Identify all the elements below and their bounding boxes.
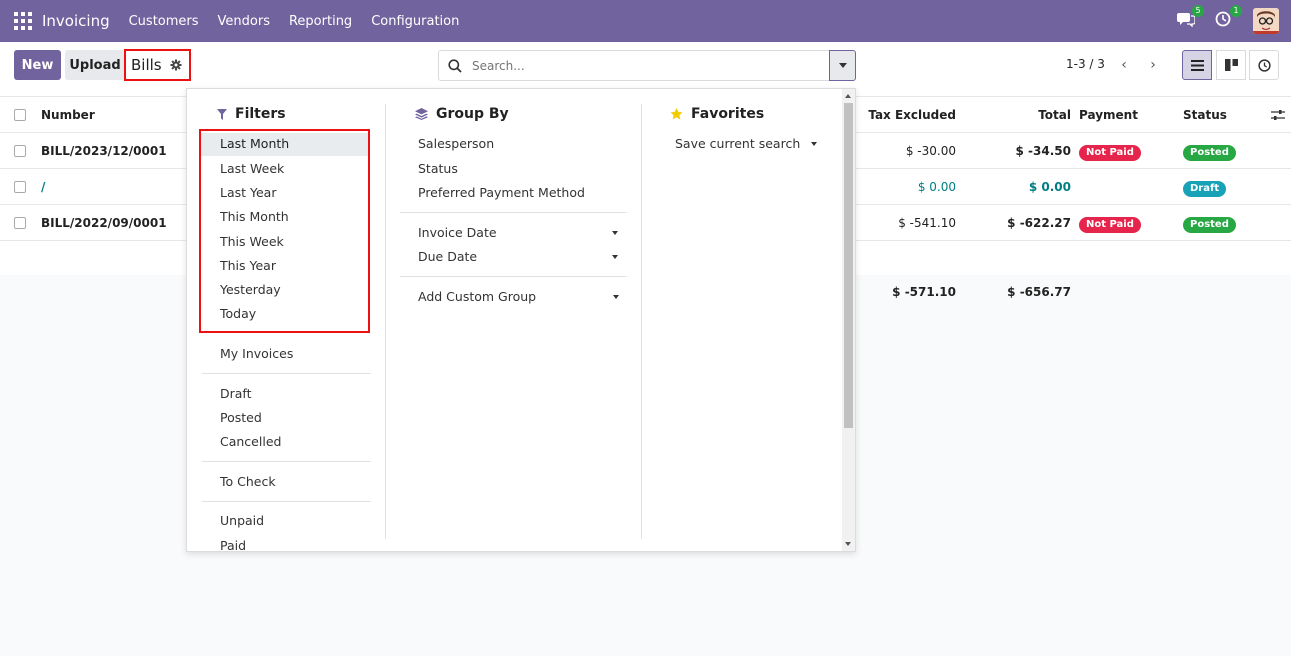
menu-reporting[interactable]: Reporting <box>289 14 352 29</box>
filters-title: Filters <box>217 106 286 122</box>
filter-draft[interactable]: Draft <box>220 386 252 401</box>
activities-badge: 1 <box>1230 5 1242 17</box>
header-payment[interactable]: Payment <box>1079 97 1138 133</box>
divider <box>202 373 371 374</box>
bill-number: / <box>41 180 46 194</box>
groupby-status[interactable]: Status <box>418 161 458 176</box>
top-navbar: Invoicing Customers Vendors Reporting Co… <box>0 0 1291 42</box>
payment-cell: Not Paid <box>1079 133 1141 169</box>
select-all-checkbox[interactable] <box>14 109 26 121</box>
header-status[interactable]: Status <box>1183 97 1227 133</box>
kanban-icon <box>1224 59 1238 71</box>
status-badge: Posted <box>1183 145 1236 161</box>
scrollbar-thumb[interactable] <box>844 103 853 428</box>
filter-my-invoices[interactable]: My Invoices <box>220 346 293 361</box>
header-tax-excluded[interactable]: Tax Excluded <box>868 97 956 133</box>
bill-number: BILL/2022/09/0001 <box>41 216 167 230</box>
status-cell: Posted <box>1183 205 1236 241</box>
new-button[interactable]: New <box>14 50 61 80</box>
total-value: $ -622.27 <box>1007 216 1071 230</box>
pager-value[interactable]: 1-3 / 3 <box>1066 57 1105 71</box>
caret-down-icon[interactable] <box>612 255 618 259</box>
menu-customers[interactable]: Customers <box>129 14 199 29</box>
header-total[interactable]: Total <box>1038 97 1071 133</box>
divider <box>400 212 627 213</box>
pager-next-icon[interactable]: › <box>1140 52 1166 78</box>
kanban-view-button[interactable] <box>1216 50 1246 80</box>
payment-badge: Not Paid <box>1079 217 1141 233</box>
pager-previous-icon[interactable]: ‹ <box>1111 52 1137 78</box>
divider <box>400 276 627 277</box>
activities-icon[interactable]: 1 <box>1215 5 1242 31</box>
filter-to-check[interactable]: To Check <box>220 474 276 489</box>
payment-badge: Not Paid <box>1079 145 1141 161</box>
filter-unpaid[interactable]: Unpaid <box>220 513 264 528</box>
groupby-due-date[interactable]: Due Date <box>418 249 477 264</box>
breadcrumb: Bills <box>124 49 191 81</box>
tax-excluded-value: $ -541.10 <box>898 216 956 230</box>
apps-menu-icon[interactable] <box>14 12 32 30</box>
list-view-button[interactable] <box>1182 50 1212 80</box>
divider <box>202 501 371 502</box>
search-box <box>438 50 830 81</box>
filter-cancelled[interactable]: Cancelled <box>220 434 281 449</box>
save-current-search[interactable]: Save current search <box>675 136 800 151</box>
messages-icon[interactable]: 5 <box>1177 5 1204 31</box>
search-options-dropdown: Filters Last Month Last Week Last Year T… <box>186 88 856 552</box>
total-value: $ -34.50 <box>1015 144 1071 158</box>
scroll-down-icon[interactable] <box>845 542 851 546</box>
caret-down-icon[interactable] <box>613 295 619 299</box>
filter-posted[interactable]: Posted <box>220 410 262 425</box>
divider <box>202 461 371 462</box>
add-custom-group[interactable]: Add Custom Group <box>418 289 536 304</box>
messages-badge: 5 <box>1192 5 1204 17</box>
list-icon <box>1190 59 1204 71</box>
row-checkbox[interactable] <box>14 181 26 193</box>
groupby-salesperson[interactable]: Salesperson <box>418 136 494 151</box>
groupby-payment-method[interactable]: Preferred Payment Method <box>418 185 585 200</box>
filter-paid[interactable]: Paid <box>220 538 246 551</box>
highlight-box <box>199 129 370 333</box>
search-options-toggle[interactable] <box>829 50 856 81</box>
caret-down-icon[interactable] <box>612 231 618 235</box>
groupby-invoice-date[interactable]: Invoice Date <box>418 225 497 240</box>
search-input[interactable] <box>472 58 802 73</box>
column-divider <box>641 104 642 539</box>
user-avatar[interactable] <box>1253 8 1279 34</box>
total-tax-excluded: $ -571.10 <box>892 285 956 299</box>
filter-icon <box>217 108 227 120</box>
clock-icon <box>1257 58 1271 72</box>
payment-cell: Not Paid <box>1079 205 1141 241</box>
total-value: $ 0.00 <box>1028 180 1071 194</box>
bill-number: BILL/2023/12/0001 <box>41 144 167 158</box>
layers-icon <box>415 108 428 120</box>
caret-down-icon[interactable] <box>811 142 817 146</box>
scroll-up-icon[interactable] <box>845 94 851 98</box>
header-number[interactable]: Number <box>41 97 95 133</box>
status-cell: Posted <box>1183 133 1236 169</box>
caret-down-icon <box>838 63 847 68</box>
activity-view-button[interactable] <box>1249 50 1279 80</box>
grand-total: $ -656.77 <box>1007 285 1071 299</box>
app-name[interactable]: Invoicing <box>42 12 110 30</box>
optional-columns-icon[interactable] <box>1271 109 1285 121</box>
status-badge: Posted <box>1183 217 1236 233</box>
favorites-title: Favorites <box>670 106 764 122</box>
groupby-title: Group By <box>415 106 509 122</box>
status-cell: Draft <box>1183 169 1227 205</box>
search-icon <box>448 58 462 73</box>
row-checkbox[interactable] <box>14 217 26 229</box>
tax-excluded-value: $ -30.00 <box>905 144 956 158</box>
gear-icon[interactable] <box>170 59 182 71</box>
page-title: Bills <box>131 56 162 74</box>
upload-button[interactable]: Upload <box>65 50 125 80</box>
tax-excluded-value: $ 0.00 <box>917 180 956 194</box>
star-icon <box>670 108 683 120</box>
status-badge: Draft <box>1183 181 1227 197</box>
menu-configuration[interactable]: Configuration <box>371 14 459 29</box>
column-divider <box>385 104 386 539</box>
menu-vendors[interactable]: Vendors <box>218 14 270 29</box>
row-checkbox[interactable] <box>14 145 26 157</box>
